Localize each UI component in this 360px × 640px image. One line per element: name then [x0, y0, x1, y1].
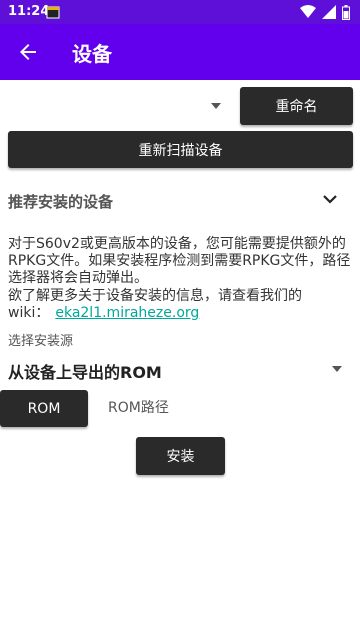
status-icons: [300, 4, 350, 20]
signal-icon: [322, 5, 336, 19]
app-bar: 设备: [0, 24, 360, 80]
description-line-3: 选择器将会自动弹出。: [8, 270, 148, 286]
rescan-devices-button[interactable]: 重新扫描设备: [8, 131, 353, 168]
rename-button[interactable]: 重命名: [240, 87, 353, 125]
rom-path-label: ROM路径: [108, 400, 169, 416]
page-title: 设备: [72, 42, 112, 66]
install-source-spinner[interactable]: 从设备上导出的ROM: [0, 352, 350, 384]
wifi-icon: [300, 5, 316, 18]
battery-icon: [342, 4, 350, 20]
wiki-line: wiki： eka2l1.miraheze.org: [8, 302, 199, 322]
install-button[interactable]: 安装: [136, 437, 225, 475]
chevron-down-icon[interactable]: [322, 191, 338, 207]
recommended-section-title: 推荐安装的设备: [8, 193, 114, 211]
wiki-prefix: wiki：: [8, 305, 50, 321]
status-bar: 11:24: [0, 0, 360, 24]
install-source-label: 选择安装源: [8, 334, 74, 349]
status-time: 11:24: [8, 4, 50, 19]
wiki-link[interactable]: eka2l1.miraheze.org: [55, 305, 199, 321]
back-arrow-icon[interactable]: [16, 40, 40, 64]
dropdown-arrow-icon: [211, 103, 221, 109]
dropdown-arrow-icon: [332, 366, 342, 372]
device-spinner[interactable]: [8, 88, 228, 124]
install-source-value: 从设备上导出的ROM: [8, 363, 162, 382]
notification-icon: [46, 6, 60, 19]
rom-button[interactable]: ROM: [0, 390, 88, 427]
